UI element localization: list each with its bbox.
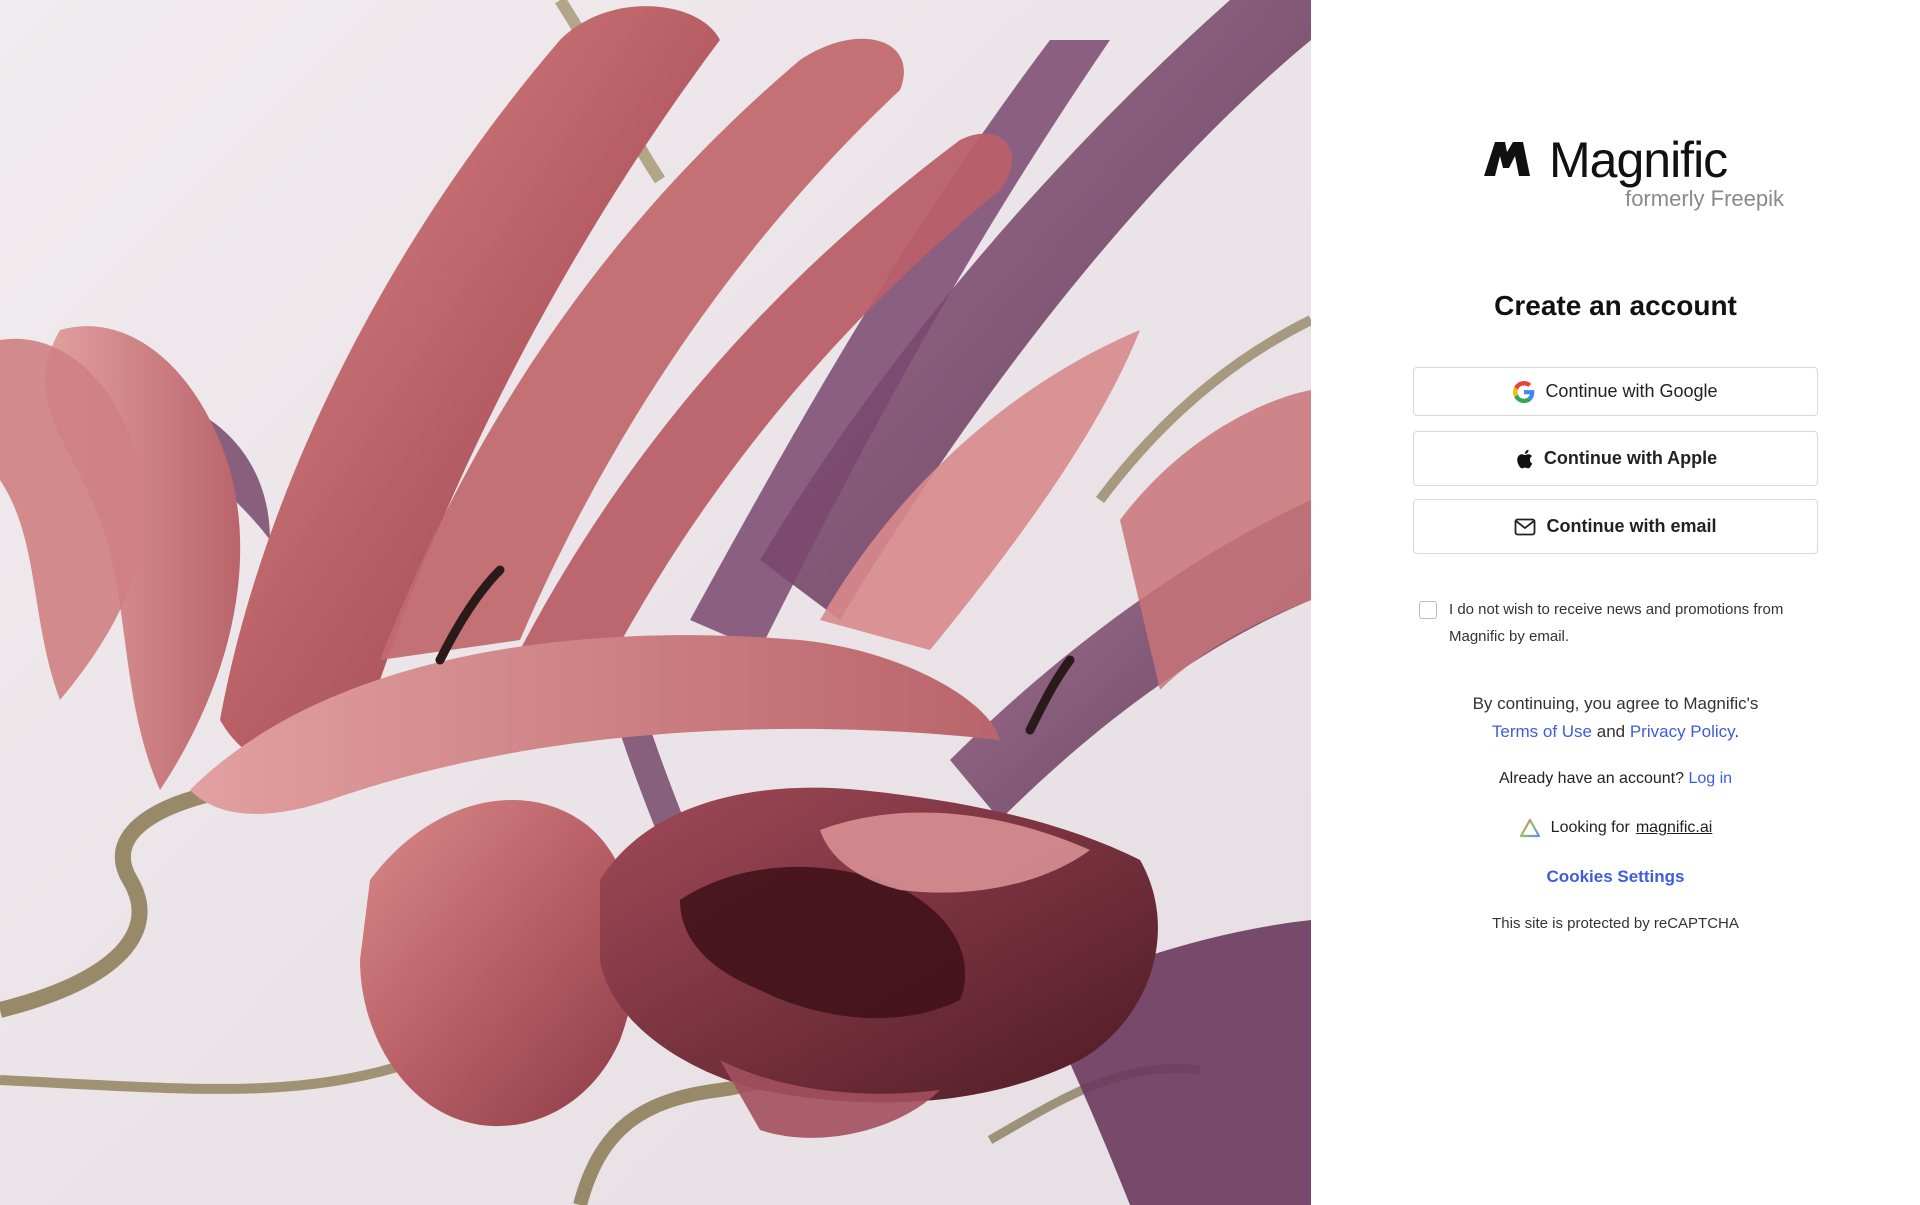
- page-title: Create an account: [1494, 290, 1737, 321]
- email-button-label: Continue with email: [1546, 516, 1717, 536]
- legal-suffix: .: [1734, 722, 1740, 741]
- marketing-optout: I do not wish to receive news and promot…: [1419, 596, 1819, 650]
- google-icon: [1513, 380, 1535, 403]
- log-in-link[interactable]: Log in: [1688, 770, 1732, 787]
- google-button-label: Continue with Google: [1545, 381, 1718, 401]
- login-prompt-text: Already have an account?: [1498, 770, 1684, 787]
- apple-button-label: Continue with Apple: [1543, 448, 1718, 468]
- magnific-logo-icon: [1484, 142, 1530, 176]
- magnific-ai-link[interactable]: magnific.ai: [1636, 819, 1712, 837]
- privacy-policy-link[interactable]: Privacy Policy: [1630, 722, 1735, 741]
- continue-with-email-button[interactable]: Continue with email: [1413, 499, 1818, 554]
- legal-notice: By continuing, you agree to Magnific's T…: [1311, 690, 1920, 746]
- looking-for-text: Looking for: [1550, 819, 1630, 836]
- continue-with-apple-button[interactable]: Continue with Apple: [1413, 431, 1818, 486]
- cookies-settings-link[interactable]: Cookies Settings: [1311, 867, 1920, 887]
- legal-and: and: [1596, 722, 1626, 741]
- marketing-optout-checkbox[interactable]: [1419, 601, 1437, 619]
- flower-illustration: [0, 0, 1311, 1205]
- legal-prefix: By continuing, you agree to Magnific's: [1472, 694, 1759, 713]
- hero-flower-image: [0, 0, 1311, 1205]
- recaptcha-notice: This site is protected by reCAPTCHA: [1492, 915, 1739, 932]
- brand-logo[interactable]: Magnific formerly Freepik: [1311, 132, 1920, 214]
- login-prompt: Already have an account? Log in: [1311, 770, 1920, 788]
- looking-for-banner: Looking for magnific.ai: [1311, 818, 1920, 838]
- terms-of-use-link[interactable]: Terms of Use: [1492, 722, 1592, 741]
- triangle-gradient-icon: [1519, 818, 1540, 838]
- brand-name: Magnific: [1549, 132, 1728, 188]
- signup-page: Magnific formerly Freepik Create an acco…: [0, 0, 1920, 1205]
- brand-subtitle: formerly Freepik: [1625, 186, 1784, 211]
- continue-with-google-button[interactable]: Continue with Google: [1413, 367, 1818, 416]
- apple-icon: [1517, 449, 1533, 468]
- signup-panel: Magnific formerly Freepik Create an acco…: [1311, 0, 1920, 1205]
- mail-icon: [1515, 518, 1536, 535]
- marketing-optout-label: I do not wish to receive news and promot…: [1449, 601, 1784, 645]
